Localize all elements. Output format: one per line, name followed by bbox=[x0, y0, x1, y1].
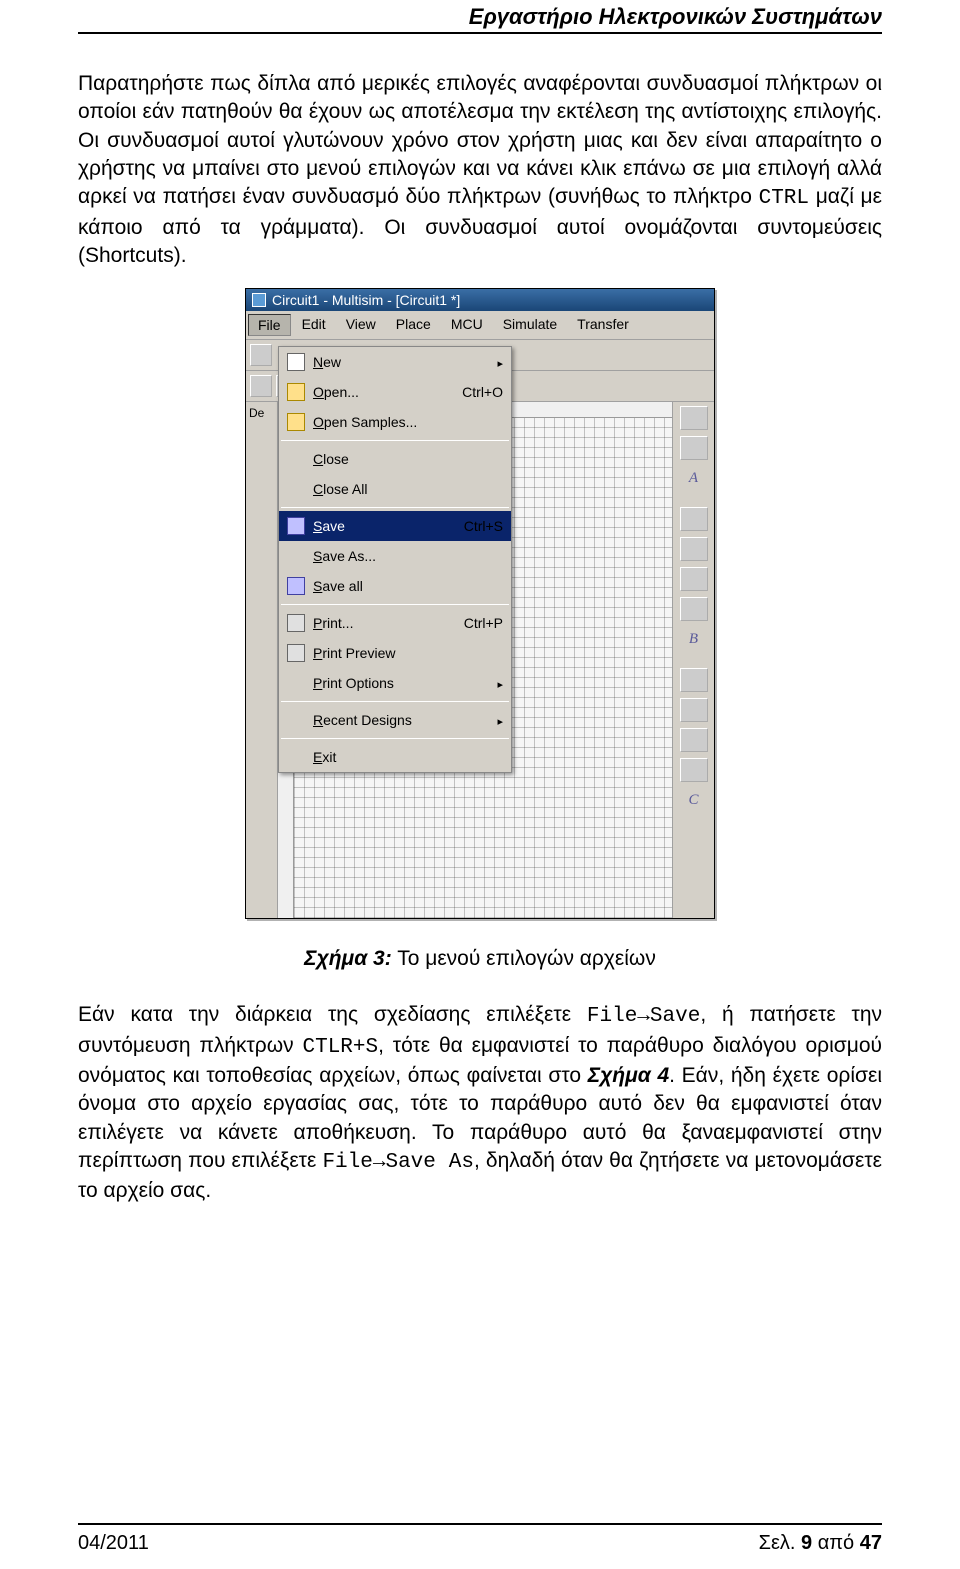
menu-item-close[interactable]: Close bbox=[279, 444, 511, 474]
para1-ctrl: CTRL bbox=[759, 187, 809, 210]
left-vertical-toolbar: De bbox=[246, 402, 278, 918]
menu-item-print-preview[interactable]: Print Preview bbox=[279, 638, 511, 668]
menu-item-label: Print Preview bbox=[309, 645, 503, 661]
figure-3-caption: Σχήμα 3: Το μενού επιλογών αρχείων bbox=[78, 947, 882, 971]
menu-item-open[interactable]: Open...Ctrl+O bbox=[279, 377, 511, 407]
footer-rule bbox=[78, 1523, 882, 1525]
menu-item-save-as[interactable]: Save As... bbox=[279, 541, 511, 571]
submenu-arrow-icon bbox=[497, 354, 503, 370]
print-icon bbox=[287, 644, 305, 662]
instrument-button[interactable] bbox=[680, 507, 708, 531]
menu-transfer[interactable]: Transfer bbox=[568, 314, 638, 336]
instrument-button[interactable] bbox=[680, 698, 708, 722]
instrument-button[interactable] bbox=[680, 436, 708, 460]
menu-item-label: Close All bbox=[309, 481, 503, 497]
menu-item-exit[interactable]: Exit bbox=[279, 742, 511, 772]
menu-simulate[interactable]: Simulate bbox=[494, 314, 566, 336]
menu-view[interactable]: View bbox=[337, 314, 385, 336]
titlebar: Circuit1 - Multisim - [Circuit1 *] bbox=[246, 289, 714, 311]
menu-place[interactable]: Place bbox=[387, 314, 440, 336]
instrument-button[interactable] bbox=[680, 728, 708, 752]
figure-3-label: Σχήμα 3: bbox=[304, 947, 392, 970]
menu-item-label: Save As... bbox=[309, 548, 503, 564]
instrument-button[interactable] bbox=[680, 758, 708, 782]
open-icon bbox=[287, 413, 305, 431]
app-icon bbox=[252, 293, 266, 307]
menu-item-label: Exit bbox=[309, 749, 503, 765]
p2-filesave: File→Save bbox=[587, 1005, 700, 1028]
instrument-button[interactable] bbox=[680, 668, 708, 692]
menu-item-close-all[interactable]: Close All bbox=[279, 474, 511, 504]
design-tree-label: De bbox=[249, 406, 274, 420]
menu-item-label: Recent Designs bbox=[309, 712, 497, 728]
menu-item-recent-designs[interactable]: Recent Designs bbox=[279, 705, 511, 735]
menu-item-save[interactable]: SaveCtrl+S bbox=[279, 511, 511, 541]
menu-mcu[interactable]: MCU bbox=[442, 314, 492, 336]
menu-item-label: Open Samples... bbox=[309, 414, 503, 430]
menubar: File Edit View Place MCU Simulate Transf… bbox=[246, 311, 714, 340]
menu-item-label: Save bbox=[309, 518, 456, 534]
submenu-arrow-icon bbox=[497, 712, 503, 728]
menu-item-open-samples[interactable]: Open Samples... bbox=[279, 407, 511, 437]
menu-file[interactable]: File bbox=[248, 314, 291, 336]
footer-date: 04/2011 bbox=[78, 1532, 149, 1555]
menu-item-label: Print Options bbox=[309, 675, 497, 691]
toolbar-button[interactable] bbox=[250, 375, 272, 397]
new-icon bbox=[287, 353, 305, 371]
menu-item-save-all[interactable]: Save all bbox=[279, 571, 511, 601]
axis-label-a: A bbox=[689, 470, 698, 487]
footer-page: Σελ. 9 από 47 bbox=[759, 1532, 882, 1555]
menu-separator bbox=[281, 738, 509, 739]
menu-item-label: Open... bbox=[309, 384, 454, 400]
menu-item-label: New bbox=[309, 354, 497, 370]
figure-3-screenshot: Circuit1 - Multisim - [Circuit1 *] File … bbox=[78, 288, 882, 919]
save-icon bbox=[287, 517, 305, 535]
axis-label-c: C bbox=[688, 792, 698, 809]
menu-item-shortcut: Ctrl+P bbox=[456, 615, 503, 631]
page-header-title: Εργαστήριο Ηλεκτρονικών Συστημάτων bbox=[78, 0, 882, 34]
menu-item-print[interactable]: Print...Ctrl+P bbox=[279, 608, 511, 638]
axis-label-b: B bbox=[689, 631, 698, 648]
figure-3-text: Το μενού επιλογών αρχείων bbox=[392, 947, 656, 970]
menu-separator bbox=[281, 701, 509, 702]
p2-fig4: Σχήμα 4 bbox=[588, 1064, 669, 1087]
window-title: Circuit1 - Multisim - [Circuit1 *] bbox=[272, 292, 460, 308]
menu-item-label: Print... bbox=[309, 615, 456, 631]
instrument-button[interactable] bbox=[680, 406, 708, 430]
menu-item-label: Save all bbox=[309, 578, 503, 594]
instruments-toolbar: A B C bbox=[672, 402, 714, 918]
print-icon bbox=[287, 614, 305, 632]
open-icon bbox=[287, 383, 305, 401]
save-icon bbox=[287, 577, 305, 595]
page-footer: 04/2011 Σελ. 9 από 47 bbox=[78, 1532, 882, 1555]
p2-filesaveas: File→Save As bbox=[322, 1151, 474, 1174]
paragraph-2: Εάν κατα την διάρκεια της σχεδίασης επιλ… bbox=[78, 1001, 882, 1205]
menu-item-shortcut: Ctrl+S bbox=[456, 518, 503, 534]
file-menu-dropdown: New Open...Ctrl+O Open Samples... Close Clos… bbox=[278, 346, 512, 773]
instrument-button[interactable] bbox=[680, 537, 708, 561]
p2-ctlrs: CTLR+S bbox=[302, 1036, 378, 1059]
submenu-arrow-icon bbox=[497, 675, 503, 691]
menu-separator bbox=[281, 604, 509, 605]
menu-item-label: Close bbox=[309, 451, 503, 467]
menu-item-new[interactable]: New bbox=[279, 347, 511, 377]
menu-item-print-options[interactable]: Print Options bbox=[279, 668, 511, 698]
multisim-app-window: Circuit1 - Multisim - [Circuit1 *] File … bbox=[245, 288, 715, 919]
paragraph-1: Παρατηρήστε πως δίπλα από μερικές επιλογ… bbox=[78, 70, 882, 270]
instrument-button[interactable] bbox=[680, 567, 708, 591]
p2-a: Εάν κατα την διάρκεια της σχεδίασης επιλ… bbox=[78, 1003, 587, 1026]
toolbar-button[interactable] bbox=[250, 344, 272, 366]
instrument-button[interactable] bbox=[680, 597, 708, 621]
menu-separator bbox=[281, 440, 509, 441]
menu-item-shortcut: Ctrl+O bbox=[454, 384, 503, 400]
menu-edit[interactable]: Edit bbox=[293, 314, 335, 336]
app-body: De NewOpen...Ctrl+OOpen Samples...CloseC… bbox=[246, 402, 714, 918]
menu-separator bbox=[281, 507, 509, 508]
